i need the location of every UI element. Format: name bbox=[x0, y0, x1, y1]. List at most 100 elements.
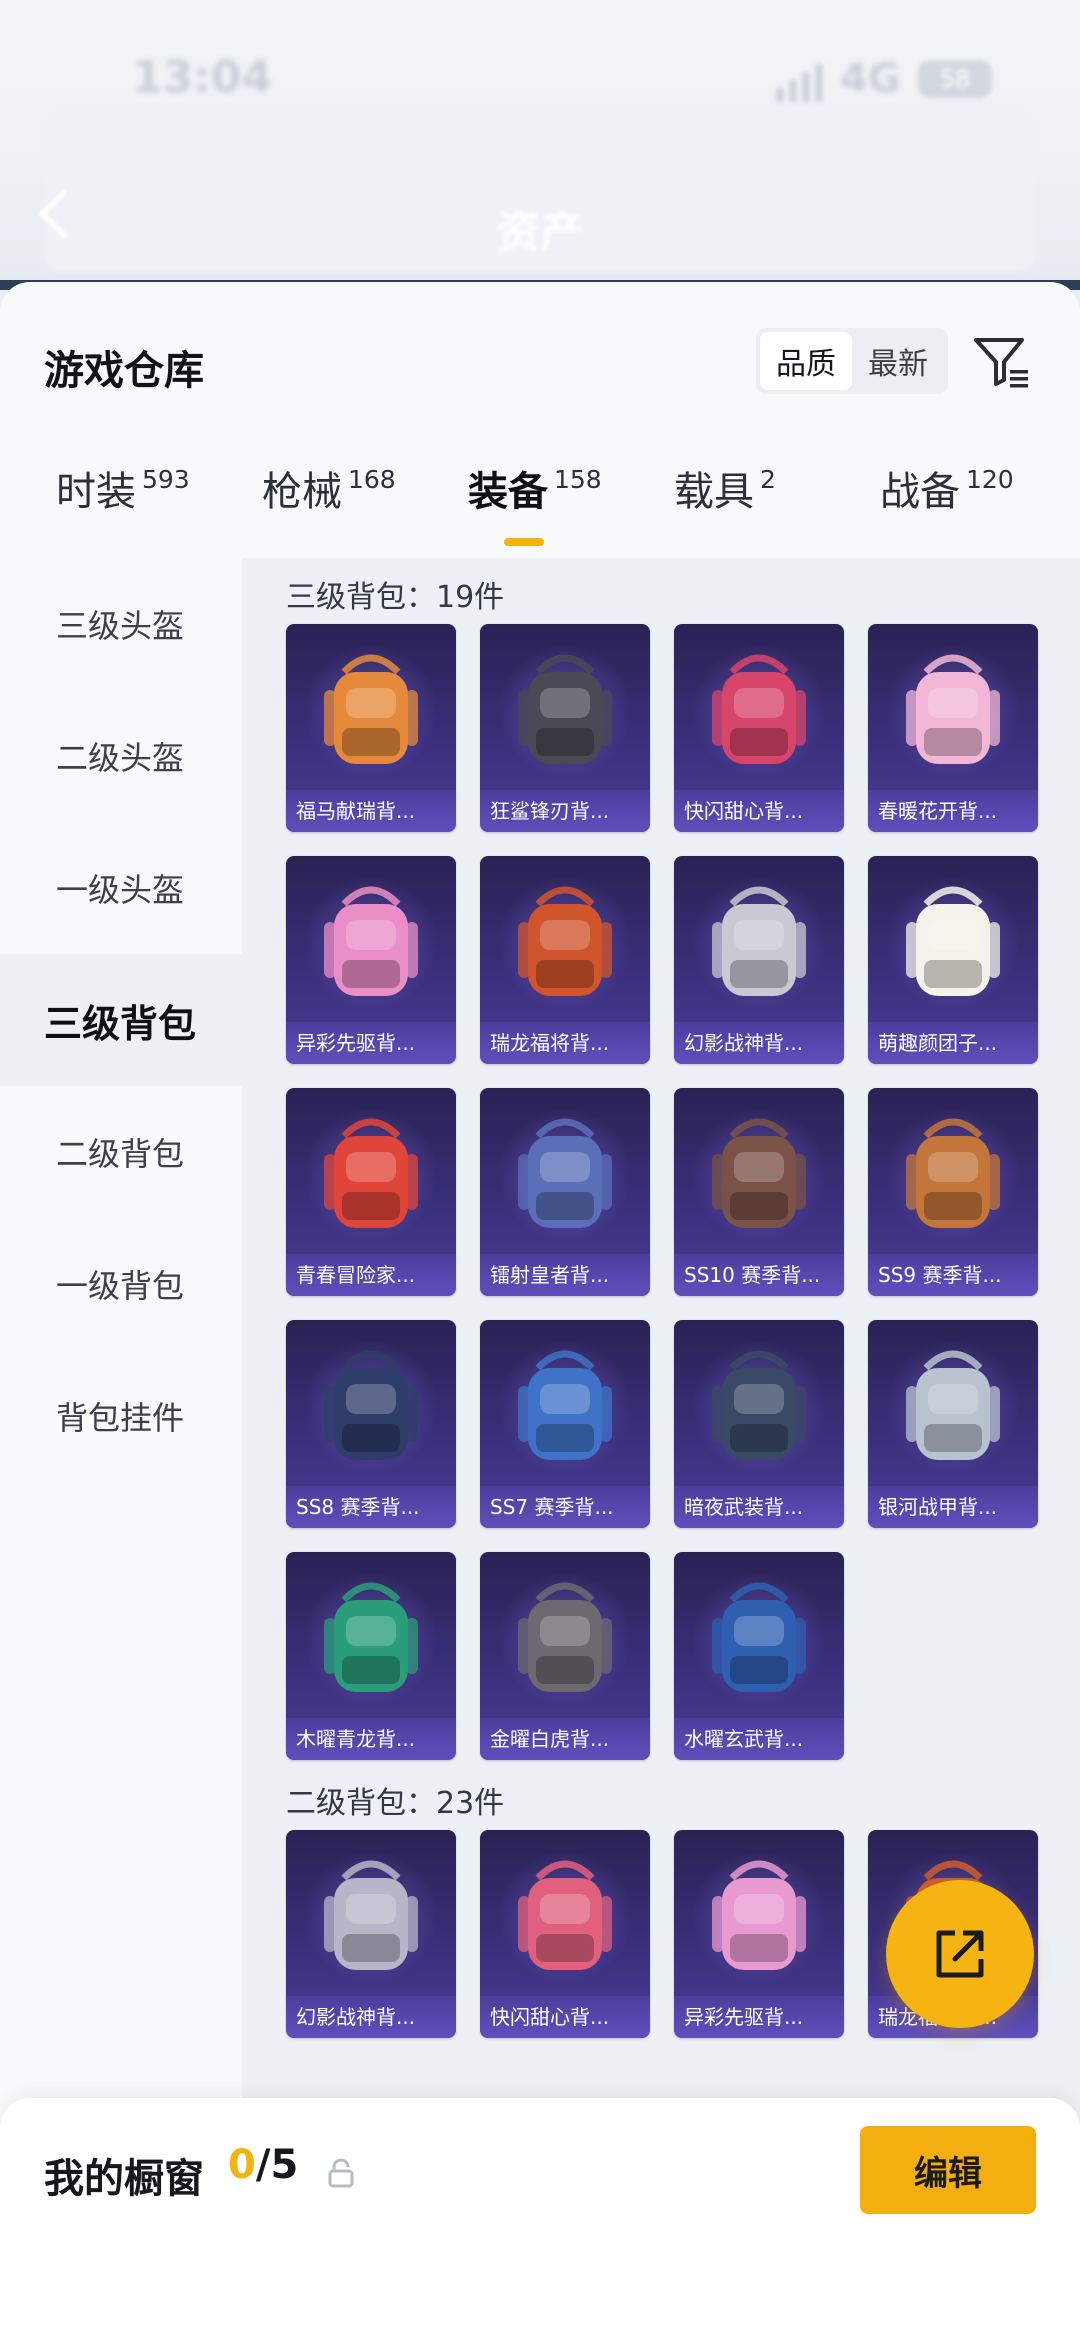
sidebar-item-backpack-pendant[interactable]: 背包挂件 bbox=[0, 1350, 242, 1482]
item-card-dino-backpack[interactable]: 青春冒险家... bbox=[286, 1088, 456, 1296]
item-card-heart-backpack[interactable]: 快闪甜心背... bbox=[674, 624, 844, 832]
item-card-butterfly-backpack[interactable]: 春暖花开背... bbox=[868, 624, 1038, 832]
item-name: SS9 赛季背... bbox=[868, 1254, 1038, 1296]
warehouse-sheet: 游戏仓库 品质 最新 时装 593 枪械 168 装备 158 载具 2 战备 bbox=[0, 282, 1080, 2341]
item-name: 异彩先驱背... bbox=[286, 1022, 456, 1064]
warehouse-title: 游戏仓库 bbox=[44, 348, 204, 394]
item-card-laser-backpack[interactable]: 镭射皇者背... bbox=[480, 1088, 650, 1296]
network-indicator: 4G bbox=[840, 56, 901, 102]
item-name: 幻影战神背... bbox=[674, 1022, 844, 1064]
galaxy-armor-backpack-icon bbox=[906, 1350, 1000, 1460]
night-armor-backpack-icon bbox=[712, 1350, 806, 1460]
showcase-bar: 我的橱窗 0/5 编辑 bbox=[0, 2098, 1080, 2341]
item-card-season8-backpack[interactable]: SS8 赛季背... bbox=[286, 1320, 456, 1528]
sidebar-item-lvl3-backpack[interactable]: 三级背包 bbox=[0, 954, 242, 1086]
item-card-black-tortoise-backpack[interactable]: 水曜玄武背... bbox=[674, 1552, 844, 1760]
heart-backpack-icon bbox=[712, 654, 806, 764]
tab-equipment[interactable]: 装备 158 bbox=[468, 460, 602, 560]
filter-icon[interactable] bbox=[970, 330, 1034, 394]
tab-count: 593 bbox=[142, 465, 190, 494]
tab-vehicles[interactable]: 载具 2 bbox=[674, 460, 776, 560]
shark-backpack-icon bbox=[518, 654, 612, 764]
item-name: 异彩先驱背... bbox=[674, 1996, 844, 2038]
status-and-header: 13:04 4G 58 资产 bbox=[0, 0, 1080, 290]
sort-quality[interactable]: 品质 bbox=[760, 332, 852, 390]
header-title: 资产 bbox=[496, 207, 584, 258]
item-name: 瑞龙福将背... bbox=[480, 1022, 650, 1064]
sidebar-item-lvl2-backpack[interactable]: 二级背包 bbox=[0, 1086, 242, 1218]
sidebar-item-lvl1-backpack[interactable]: 一级背包 bbox=[0, 1218, 242, 1350]
item-card-night-armor-backpack[interactable]: 暗夜武装背... bbox=[674, 1320, 844, 1528]
sidebar-item-lvl3-helmet[interactable]: 三级头盔 bbox=[0, 558, 242, 690]
item-card-dumpling-backpack[interactable]: 萌趣颜团子... bbox=[868, 856, 1038, 1064]
item-grid-area: 三级背包：19件 二级背包：23件 福马献瑞背... 狂鲨锋刃背... 快闪甜心背.… bbox=[242, 558, 1080, 2341]
dragon-backpack-icon bbox=[518, 886, 612, 996]
item-name: 快闪甜心背... bbox=[674, 790, 844, 832]
item-name: 狂鲨锋刃背... bbox=[480, 790, 650, 832]
showcase-count: 0/5 bbox=[228, 2142, 298, 2188]
item-name: 春暖花开背... bbox=[868, 790, 1038, 832]
sort-newest[interactable]: 最新 bbox=[852, 332, 944, 390]
item-name: 福马献瑞背... bbox=[286, 790, 456, 832]
item-card-phantom-backpack[interactable]: 幻影战神背... bbox=[674, 856, 844, 1064]
item-card-season7-backpack[interactable]: SS7 赛季背... bbox=[480, 1320, 650, 1528]
subcategory-sidebar: 三级头盔 二级头盔 一级头盔 三级背包 二级背包 一级背包 背包挂件 bbox=[0, 558, 242, 2341]
sidebar-item-lvl1-helmet[interactable]: 一级头盔 bbox=[0, 822, 242, 954]
signal-icon bbox=[776, 64, 828, 102]
item-card-colorful-backpack[interactable]: 异彩先驱背... bbox=[286, 856, 456, 1064]
item-name: 萌趣颜团子... bbox=[868, 1022, 1038, 1064]
item-name: SS8 赛季背... bbox=[286, 1486, 456, 1528]
share-button[interactable] bbox=[886, 1880, 1034, 2028]
item-card-season10-backpack[interactable]: SS10 赛季背... bbox=[674, 1088, 844, 1296]
item-name: 银河战甲背... bbox=[868, 1486, 1038, 1528]
item-card-azure-dragon-backpack[interactable]: 木曜青龙背... bbox=[286, 1552, 456, 1760]
item-card-rabbit-backpack[interactable]: 福马献瑞背... bbox=[286, 624, 456, 832]
lock-icon bbox=[328, 2158, 354, 2188]
active-tab-indicator bbox=[504, 538, 544, 546]
heart-backpack-icon bbox=[518, 1860, 612, 1970]
tab-label: 装备 bbox=[468, 469, 548, 515]
tab-label: 枪械 bbox=[262, 469, 342, 515]
laser-backpack-icon bbox=[518, 1118, 612, 1228]
item-name: SS7 赛季背... bbox=[480, 1486, 650, 1528]
item-name: 木曜青龙背... bbox=[286, 1718, 456, 1760]
azure-dragon-backpack-icon bbox=[324, 1582, 418, 1692]
showcase-total: /5 bbox=[255, 2142, 299, 2188]
item-card-dragon-backpack[interactable]: 瑞龙福将背... bbox=[480, 856, 650, 1064]
item-card-colorful-backpack[interactable]: 异彩先驱背... bbox=[674, 1830, 844, 2038]
tab-label: 时装 bbox=[56, 469, 136, 515]
item-card-galaxy-armor-backpack[interactable]: 银河战甲背... bbox=[868, 1320, 1038, 1528]
edit-button[interactable]: 编辑 bbox=[860, 2126, 1036, 2214]
tab-count: 120 bbox=[966, 465, 1014, 494]
item-name: SS10 赛季背... bbox=[674, 1254, 844, 1296]
sort-toggle[interactable]: 品质 最新 bbox=[756, 328, 948, 394]
item-name: 幻影战神背... bbox=[286, 1996, 456, 2038]
sidebar-item-lvl2-helmet[interactable]: 二级头盔 bbox=[0, 690, 242, 822]
tab-firearms[interactable]: 枪械 168 bbox=[262, 460, 396, 560]
phantom-backpack-icon bbox=[324, 1860, 418, 1970]
butterfly-backpack-icon bbox=[906, 654, 1000, 764]
tab-count: 158 bbox=[554, 465, 602, 494]
section-heading: 二级背包：23件 bbox=[286, 1786, 505, 1821]
showcase-label: 我的橱窗 bbox=[44, 2156, 204, 2202]
section-heading: 三级背包：19件 bbox=[286, 580, 505, 615]
category-tabs: 时装 593 枪械 168 装备 158 载具 2 战备 120 bbox=[0, 460, 1080, 570]
item-name: 快闪甜心背... bbox=[480, 1996, 650, 2038]
season8-backpack-icon bbox=[324, 1350, 418, 1460]
colorful-backpack-icon bbox=[712, 1860, 806, 1970]
dino-backpack-icon bbox=[324, 1118, 418, 1228]
item-card-phantom-backpack[interactable]: 幻影战神背... bbox=[286, 1830, 456, 2038]
tab-combat-supplies[interactable]: 战备 120 bbox=[880, 460, 1014, 560]
item-name: 金曜白虎背... bbox=[480, 1718, 650, 1760]
item-card-white-tiger-backpack[interactable]: 金曜白虎背... bbox=[480, 1552, 650, 1760]
tab-fashion[interactable]: 时装 593 bbox=[56, 460, 190, 560]
item-card-season9-backpack[interactable]: SS9 赛季背... bbox=[868, 1088, 1038, 1296]
colorful-backpack-icon bbox=[324, 886, 418, 996]
showcase-current: 0 bbox=[228, 2142, 256, 2188]
item-card-shark-backpack[interactable]: 狂鲨锋刃背... bbox=[480, 624, 650, 832]
dumpling-backpack-icon bbox=[906, 886, 1000, 996]
status-time: 13:04 bbox=[132, 52, 273, 103]
black-tortoise-backpack-icon bbox=[712, 1582, 806, 1692]
season7-backpack-icon bbox=[518, 1350, 612, 1460]
item-card-heart-backpack[interactable]: 快闪甜心背... bbox=[480, 1830, 650, 2038]
